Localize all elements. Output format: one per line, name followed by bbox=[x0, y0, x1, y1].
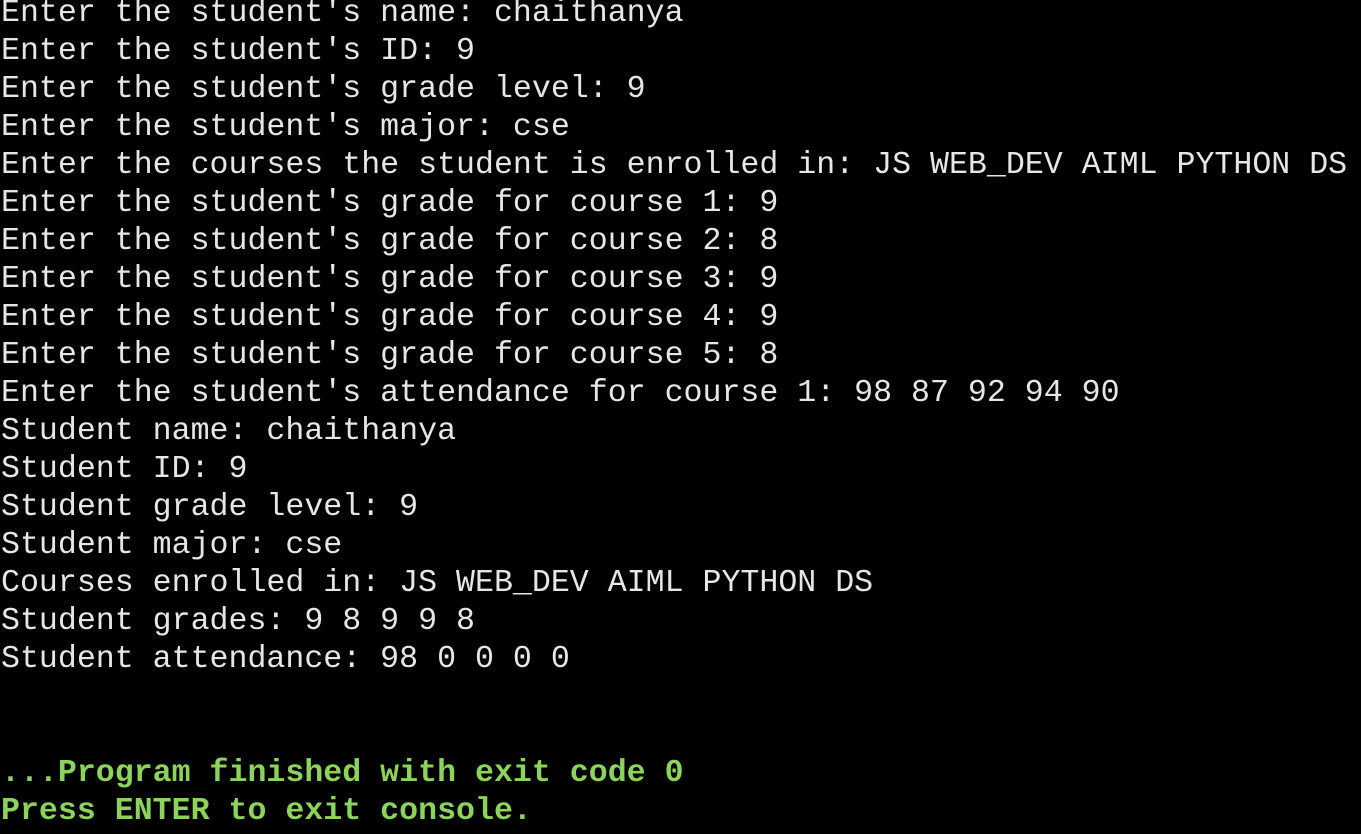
user-input-text: 98 87 92 94 90 bbox=[854, 376, 1120, 411]
terminal-console[interactable]: Enter the student's name: chaithanya Ent… bbox=[1, 0, 1361, 834]
console-line-grade-course-3: Enter the student's grade for course 3: … bbox=[1, 261, 1361, 299]
console-line-courses: Enter the courses the student is enrolle… bbox=[1, 147, 1361, 185]
prompt-text: Enter the student's grade for course 2: bbox=[1, 224, 760, 259]
prompt-text: Enter the student's grade for course 1: bbox=[1, 186, 760, 221]
prompt-text: Enter the courses the student is enrolle… bbox=[1, 148, 874, 183]
user-input-text: 9 bbox=[626, 72, 646, 107]
user-input-text: JS WEB_DEV AIML PYTHON DS bbox=[873, 148, 1348, 183]
user-input-text: 9 bbox=[759, 262, 779, 297]
user-input-text: 9 bbox=[759, 300, 779, 335]
user-input-text: 9 bbox=[759, 186, 779, 221]
output-student-id: Student ID: 9 bbox=[1, 452, 248, 487]
user-input-text: cse bbox=[512, 110, 570, 145]
user-input-text: chaithanya bbox=[493, 0, 684, 31]
prompt-text: Enter the student's grade for course 5: bbox=[1, 338, 760, 373]
console-line-id: Enter the student's ID: 9 bbox=[1, 33, 1361, 71]
output-grades: Student grades: 9 8 9 9 8 bbox=[1, 604, 475, 639]
prompt-text: Enter the student's attendance for cours… bbox=[1, 376, 855, 411]
console-line-grade-course-4: Enter the student's grade for course 4: … bbox=[1, 299, 1361, 337]
console-line-grade-course-5: Enter the student's grade for course 5: … bbox=[1, 337, 1361, 375]
user-input-text: 8 bbox=[759, 338, 779, 373]
output-grade-level: Student grade level: 9 bbox=[1, 490, 419, 525]
console-line-attendance: Enter the student's attendance for cours… bbox=[1, 375, 1361, 413]
console-line-grade-course-1: Enter the student's grade for course 1: … bbox=[1, 185, 1361, 223]
exit-status-message: ...Program finished with exit code 0 bbox=[1, 756, 684, 791]
output-attendance: Student attendance: 98 0 0 0 0 bbox=[1, 642, 570, 677]
console-line-major: Enter the student's major: cse bbox=[1, 109, 1361, 147]
user-input-text: 8 bbox=[759, 224, 779, 259]
prompt-text: Enter the student's grade for course 3: bbox=[1, 262, 760, 297]
prompt-text: Enter the student's ID: bbox=[1, 34, 457, 69]
prompt-text: Enter the student's major: bbox=[1, 110, 513, 145]
output-student-name: Student name: chaithanya bbox=[1, 414, 457, 449]
prompt-text: Enter the student's grade for course 4: bbox=[1, 300, 760, 335]
output-major: Student major: cse bbox=[1, 528, 343, 563]
console-line-grade-course-2: Enter the student's grade for course 2: … bbox=[1, 223, 1361, 261]
console-line-grade-level: Enter the student's grade level: 9 bbox=[1, 71, 1361, 109]
output-courses: Courses enrolled in: JS WEB_DEV AIML PYT… bbox=[1, 566, 874, 601]
user-input-text: 9 bbox=[456, 34, 475, 69]
console-line-name: Enter the student's name: chaithanya bbox=[1, 0, 1361, 33]
exit-console-prompt: Press ENTER to exit console. bbox=[1, 794, 532, 829]
prompt-text: Enter the student's name: bbox=[1, 0, 494, 31]
prompt-text: Enter the student's grade level: bbox=[1, 72, 627, 107]
